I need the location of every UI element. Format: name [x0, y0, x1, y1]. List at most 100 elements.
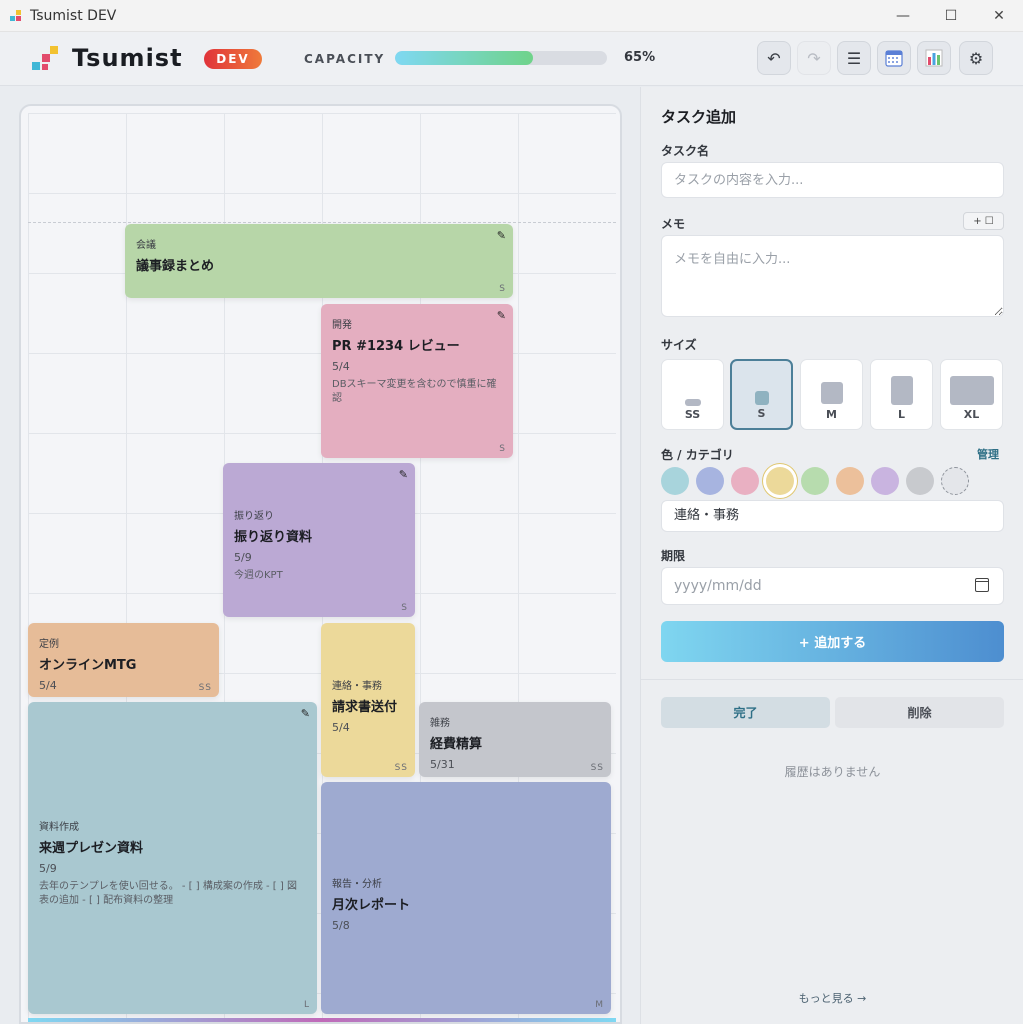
edit-pencil-icon[interactable]: ✎ — [301, 707, 310, 720]
task-card[interactable]: 開発 PR #1234 レビュー 5/4 DBスキーマ変更を含むので慎重に確認 … — [321, 304, 513, 458]
memo-label: メモ — [661, 217, 686, 231]
task-name-input[interactable] — [661, 162, 1004, 198]
card-size: S — [401, 603, 408, 613]
undo-button[interactable]: ↶ — [757, 41, 791, 75]
manage-categories-link[interactable]: 管理 — [977, 446, 999, 462]
card-category: 報告・分析 — [332, 879, 382, 890]
settings-button[interactable]: ⚙ — [959, 41, 993, 75]
size-option-l[interactable]: L — [870, 359, 933, 430]
size-option-s[interactable]: S — [730, 359, 793, 430]
edit-pencil-icon[interactable]: ✎ — [399, 468, 408, 481]
card-size: SS — [590, 763, 604, 773]
due-date-input[interactable] — [661, 567, 1004, 605]
card-category: 雑務 — [430, 718, 450, 729]
task-add-panel: タスク追加 タスク名 メモ + ☐ サイズ SS S M L XL 色 / カテ… — [640, 87, 1023, 1024]
size-s-shape — [754, 391, 769, 405]
card-title: 経費精算 — [430, 737, 483, 752]
card-title: オンラインMTG — [39, 658, 137, 673]
task-card[interactable]: 報告・分析 月次レポート 5/8 M — [321, 782, 611, 1014]
card-size: SS — [198, 683, 212, 693]
category-field[interactable]: 連絡・事務 — [661, 500, 1004, 532]
card-category: 連絡・事務 — [332, 681, 382, 692]
capacity-line — [28, 222, 616, 223]
panel-title: タスク追加 — [661, 108, 737, 126]
color-swatch[interactable] — [696, 467, 724, 495]
card-memo: 去年のテンプレを使い回せる。 - [ ] 構成案の作成 - [ ] 図表の追加 … — [39, 881, 297, 906]
calendar-picker-icon[interactable] — [975, 578, 989, 592]
stats-view-button[interactable] — [917, 41, 951, 75]
task-card[interactable]: 連絡・事務 請求書送付 5/4 SS — [321, 623, 415, 777]
task-card[interactable]: 雑務 経費精算 5/31 SS — [419, 702, 611, 777]
close-icon[interactable]: ✕ — [975, 0, 1023, 32]
task-card[interactable]: 資料作成 来週プレゼン資料 5/9 去年のテンプレを使い回せる。 - [ ] 構… — [28, 702, 317, 1014]
task-card[interactable]: 振り返り 振り返り資料 5/9 今週のKPT ✎ S — [223, 463, 415, 617]
card-size: S — [499, 444, 506, 454]
size-ss-shape — [684, 399, 701, 406]
tab-deleted[interactable]: 削除 — [835, 697, 1004, 728]
calendar-view-button[interactable] — [877, 41, 911, 75]
card-category: 定例 — [39, 639, 59, 650]
size-option-label: SS — [684, 408, 701, 421]
size-xl-shape — [949, 376, 994, 405]
card-category: 資料作成 — [39, 822, 79, 833]
color-swatch[interactable] — [731, 467, 759, 495]
size-option-label: L — [897, 408, 905, 421]
task-board[interactable]: 会議 議事録まとめ ✎ S 開発 PR #1234 レビュー 5/4 DBスキー… — [19, 104, 622, 1024]
board-bottom-strip — [28, 1018, 616, 1022]
card-title: 来週プレゼン資料 — [39, 841, 144, 856]
color-category-label: 色 / カテゴリ — [661, 448, 734, 462]
size-l-shape — [890, 376, 913, 405]
show-more-link[interactable]: もっと見る → — [641, 990, 1023, 1006]
card-due: 5/9 — [39, 862, 57, 875]
color-swatch[interactable] — [871, 467, 899, 495]
color-swatch-selected[interactable] — [766, 467, 794, 495]
card-title: 月次レポート — [332, 898, 411, 913]
color-swatch[interactable] — [661, 467, 689, 495]
size-m-shape — [820, 382, 843, 404]
window-titlebar: Tsumist DEV — ☐ ✕ — [0, 0, 1023, 32]
task-name-label: タスク名 — [661, 144, 710, 158]
redo-button[interactable]: ↷ — [797, 41, 831, 75]
card-due: 5/9 — [234, 551, 252, 564]
size-option-ss[interactable]: SS — [661, 359, 724, 430]
edit-pencil-icon[interactable]: ✎ — [497, 309, 506, 322]
app-header: Tsumist DEV CAPACITY 65% ↶ ↷ ☰ ⚙ — [0, 32, 1023, 86]
minimize-icon[interactable]: — — [879, 0, 927, 32]
redo-icon: ↷ — [807, 48, 821, 68]
menu-icon: ☰ — [846, 48, 862, 68]
gear-icon: ⚙ — [968, 48, 984, 68]
color-swatch[interactable] — [836, 467, 864, 495]
panel-divider — [641, 679, 1023, 680]
add-checkbox-button[interactable]: + ☐ — [963, 212, 1004, 230]
calendar-icon — [885, 50, 903, 67]
color-swatch[interactable] — [801, 467, 829, 495]
color-swatch[interactable] — [906, 467, 934, 495]
card-due: 5/4 — [332, 360, 350, 373]
capacity-percent: 65% — [624, 50, 656, 65]
list-view-button[interactable]: ☰ — [837, 41, 871, 75]
add-task-button[interactable]: + 追加する — [661, 621, 1004, 662]
size-option-m[interactable]: M — [800, 359, 863, 430]
card-memo: DBスキーマ変更を含むので慎重に確認 — [332, 379, 497, 404]
size-option-label: XL — [963, 408, 980, 421]
size-label: サイズ — [661, 338, 697, 352]
task-card[interactable]: 定例 オンラインMTG 5/4 SS — [28, 623, 219, 697]
no-color-swatch[interactable] — [941, 467, 969, 495]
size-option-xl[interactable]: XL — [940, 359, 1003, 430]
capacity-bar — [395, 51, 607, 65]
card-title: 議事録まとめ — [136, 259, 215, 274]
memo-textarea[interactable] — [661, 235, 1004, 317]
task-card[interactable]: 会議 議事録まとめ ✎ S — [125, 224, 513, 298]
bar-chart-icon — [925, 49, 943, 67]
card-size: SS — [394, 763, 408, 773]
card-size: S — [499, 284, 506, 294]
card-due: 5/8 — [332, 919, 350, 932]
tab-done[interactable]: 完了 — [661, 697, 830, 728]
card-category: 開発 — [332, 320, 352, 331]
card-title: 振り返り資料 — [234, 530, 313, 545]
edit-pencil-icon[interactable]: ✎ — [497, 229, 506, 242]
maximize-icon[interactable]: ☐ — [927, 0, 975, 32]
logo-text: Tsumist — [72, 44, 183, 72]
logo-mark-icon — [32, 46, 60, 74]
size-option-label: M — [826, 408, 837, 421]
